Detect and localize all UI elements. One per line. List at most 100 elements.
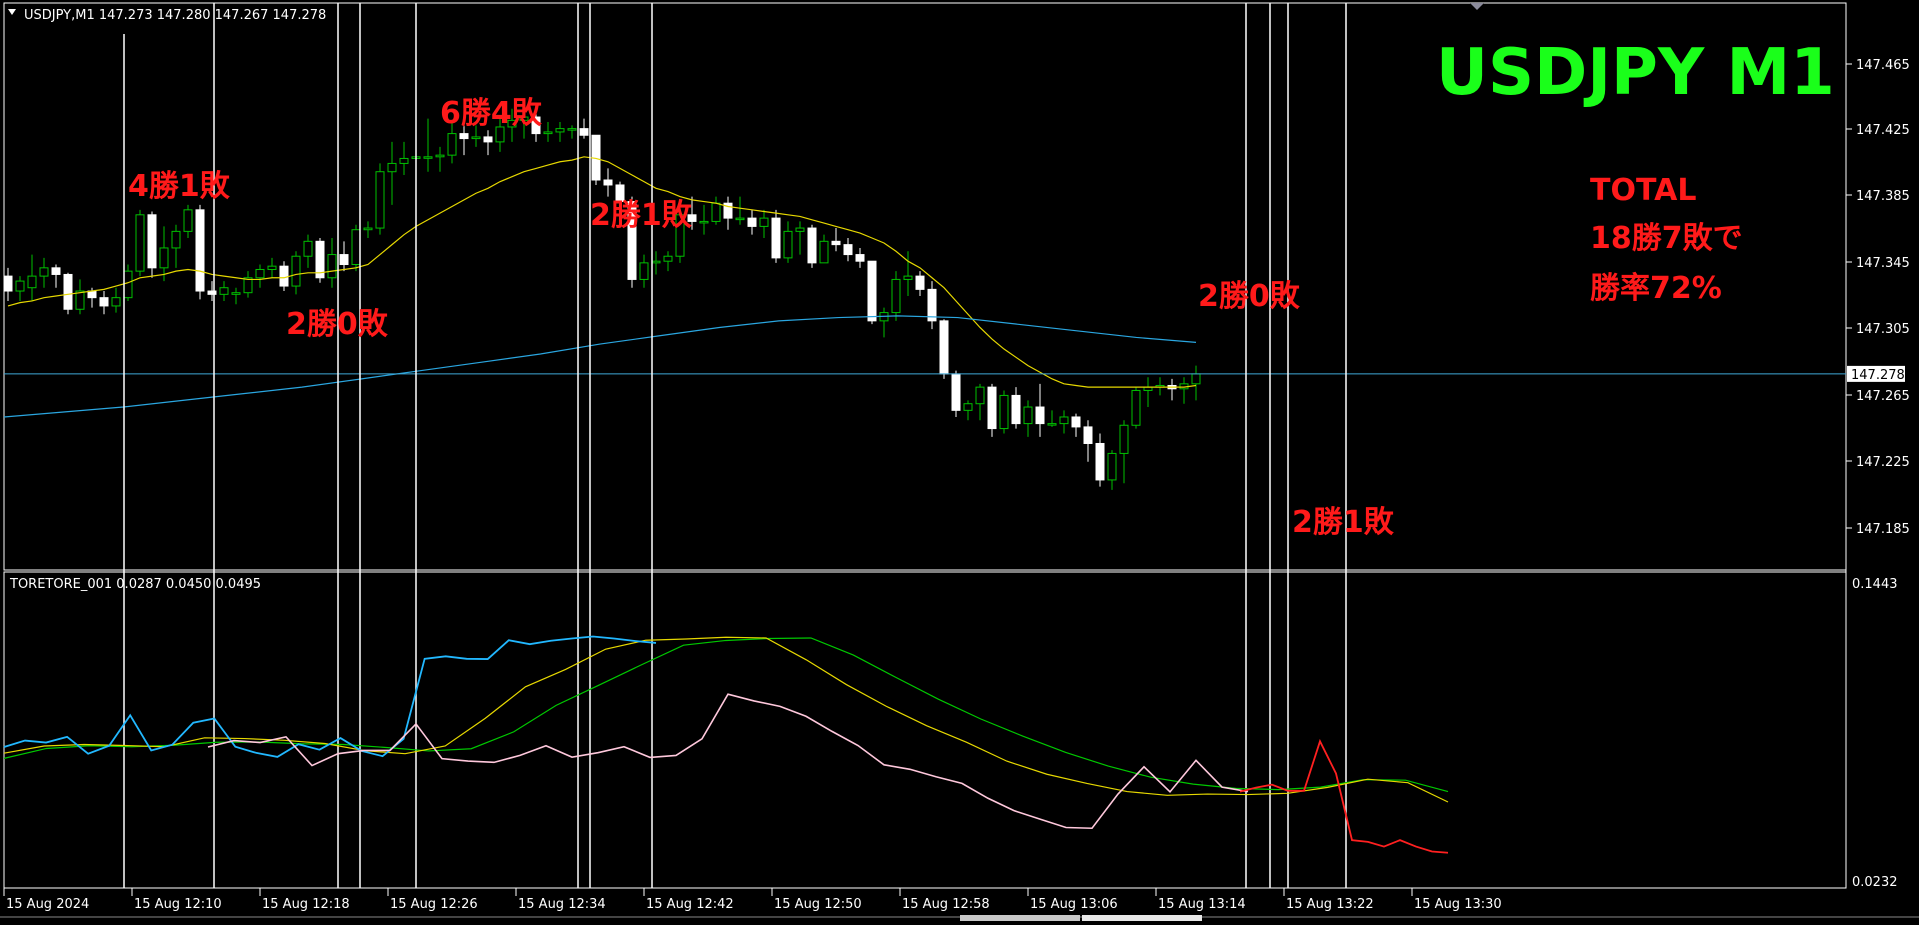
bull-candle [231,292,241,295]
bear-candle [339,254,349,266]
chart-tab[interactable] [1082,915,1202,921]
bear-candle [807,227,817,264]
chart-tab[interactable] [960,915,1080,921]
bottom-tab-strip[interactable] [0,915,1919,921]
bull-candle [699,220,709,224]
chart-menu-triangle-icon[interactable] [8,9,16,15]
toretore-indicator-lines [3,635,1449,854]
bull-candle [219,287,229,295]
annotation-result: 2勝1敗 [590,198,693,233]
bear-candle [1095,442,1105,481]
time-tick-label: 15 Aug 13:14 [1158,897,1246,912]
bear-candle [147,214,157,269]
bull-candle [1059,416,1069,425]
bull-candle [639,262,649,280]
bull-candle [891,278,901,314]
bull-candle [447,133,457,156]
bear-candle [939,320,949,375]
bear-candle [915,275,925,290]
annotation-result: 4勝1敗 [128,169,231,204]
bear-candle [99,297,109,307]
bull-candle [267,265,277,270]
bull-candle [351,229,361,266]
bull-candle [963,403,973,411]
bull-candle [1047,423,1057,426]
time-tick-label: 15 Aug 12:26 [390,897,478,912]
price-tick-label: 147.465 [1856,58,1910,73]
bull-candle [291,255,301,287]
annotation-result: 2勝1敗 [1292,505,1395,540]
bear-candle [927,288,937,322]
time-tick-label: 15 Aug 12:50 [774,897,862,912]
bear-candle [279,265,289,287]
time-tick-label: 15 Aug 12:18 [262,897,350,912]
bear-candle [579,128,589,136]
bull-candle [15,280,25,292]
bear-candle [87,290,97,299]
bear-candle [1011,394,1021,425]
total-record: 18勝7敗で [1590,221,1743,256]
bear-candle [195,209,205,292]
bull-candle [651,260,661,264]
bull-candle [1131,389,1141,426]
time-tick-label: 15 Aug 12:42 [646,897,734,912]
bear-candle [771,217,781,259]
mt4-chart-window[interactable]: USDJPY,M1 147.273 147.280 147.267 147.27… [0,0,1919,921]
chart-shift-marker-icon[interactable] [1470,3,1484,10]
bear-candle [1035,406,1045,425]
bull-candle [135,214,145,272]
trade-marker-lines [123,3,1347,888]
bear-candle [63,273,73,310]
bear-candle [3,275,13,292]
bear-candle [483,136,493,143]
indicator-red-line [1239,738,1449,854]
price-tick-label: 147.305 [1856,322,1910,337]
price-tick-label: 147.345 [1856,256,1910,271]
bull-candle [75,290,85,310]
bear-candle [1083,426,1093,444]
current-price-label: 147.278 [1851,368,1905,383]
bull-candle [423,156,433,159]
price-tick-label: 147.385 [1856,189,1910,204]
bull-candle [1191,373,1201,385]
indicator-yellow-line [3,636,1449,803]
bear-candle [747,217,757,227]
bull-candle [387,162,397,173]
bull-candle [171,230,181,249]
bull-candle [123,270,133,299]
bull-candle [999,394,1009,430]
time-tick-label: 15 Aug 13:22 [1286,897,1374,912]
total-label: TOTAL [1590,173,1696,208]
bull-candle [255,268,265,279]
bull-candle [1119,424,1129,454]
bull-candle [159,247,169,269]
bull-candle [735,217,745,221]
bull-candle [27,275,37,289]
bull-candle [303,240,313,257]
time-tick-label: 15 Aug 12:10 [134,897,222,912]
chart-canvas[interactable]: USDJPY,M1 147.273 147.280 147.267 147.27… [0,0,1919,921]
bear-candle [459,133,469,140]
bull-candle [1107,452,1117,481]
bull-candle [39,267,49,277]
bear-candle [951,373,961,411]
bull-candle [435,154,445,158]
indicator-header: TORETORE_001 0.0287 0.0450 0.0495 [9,577,261,592]
price-axis[interactable]: 147.465 147.425 147.385 147.345 147.305 … [1846,58,1910,890]
price-tick-label: 147.265 [1856,389,1910,404]
price-tick-label: 147.225 [1856,455,1910,470]
bull-candle [111,297,121,307]
bull-candle [363,227,373,231]
total-winrate: 勝率72% [1590,271,1722,306]
indicator-max-label: 0.1443 [1852,577,1898,592]
bear-candle [855,254,865,262]
title-overlay: USDJPY M1 [1436,36,1835,110]
bull-candle [903,275,913,280]
time-tick-label: 15 Aug 12:58 [902,897,990,912]
bear-candle [1071,416,1081,428]
time-tick-label: 15 Aug 13:30 [1414,897,1502,912]
bull-candle [1023,406,1033,425]
time-tick-label: 15 Aug 2024 [6,897,89,912]
time-axis[interactable]: 15 Aug 2024 15 Aug 12:10 15 Aug 12:18 15… [3,888,1502,912]
annotation-result: 2勝0敗 [286,307,389,342]
